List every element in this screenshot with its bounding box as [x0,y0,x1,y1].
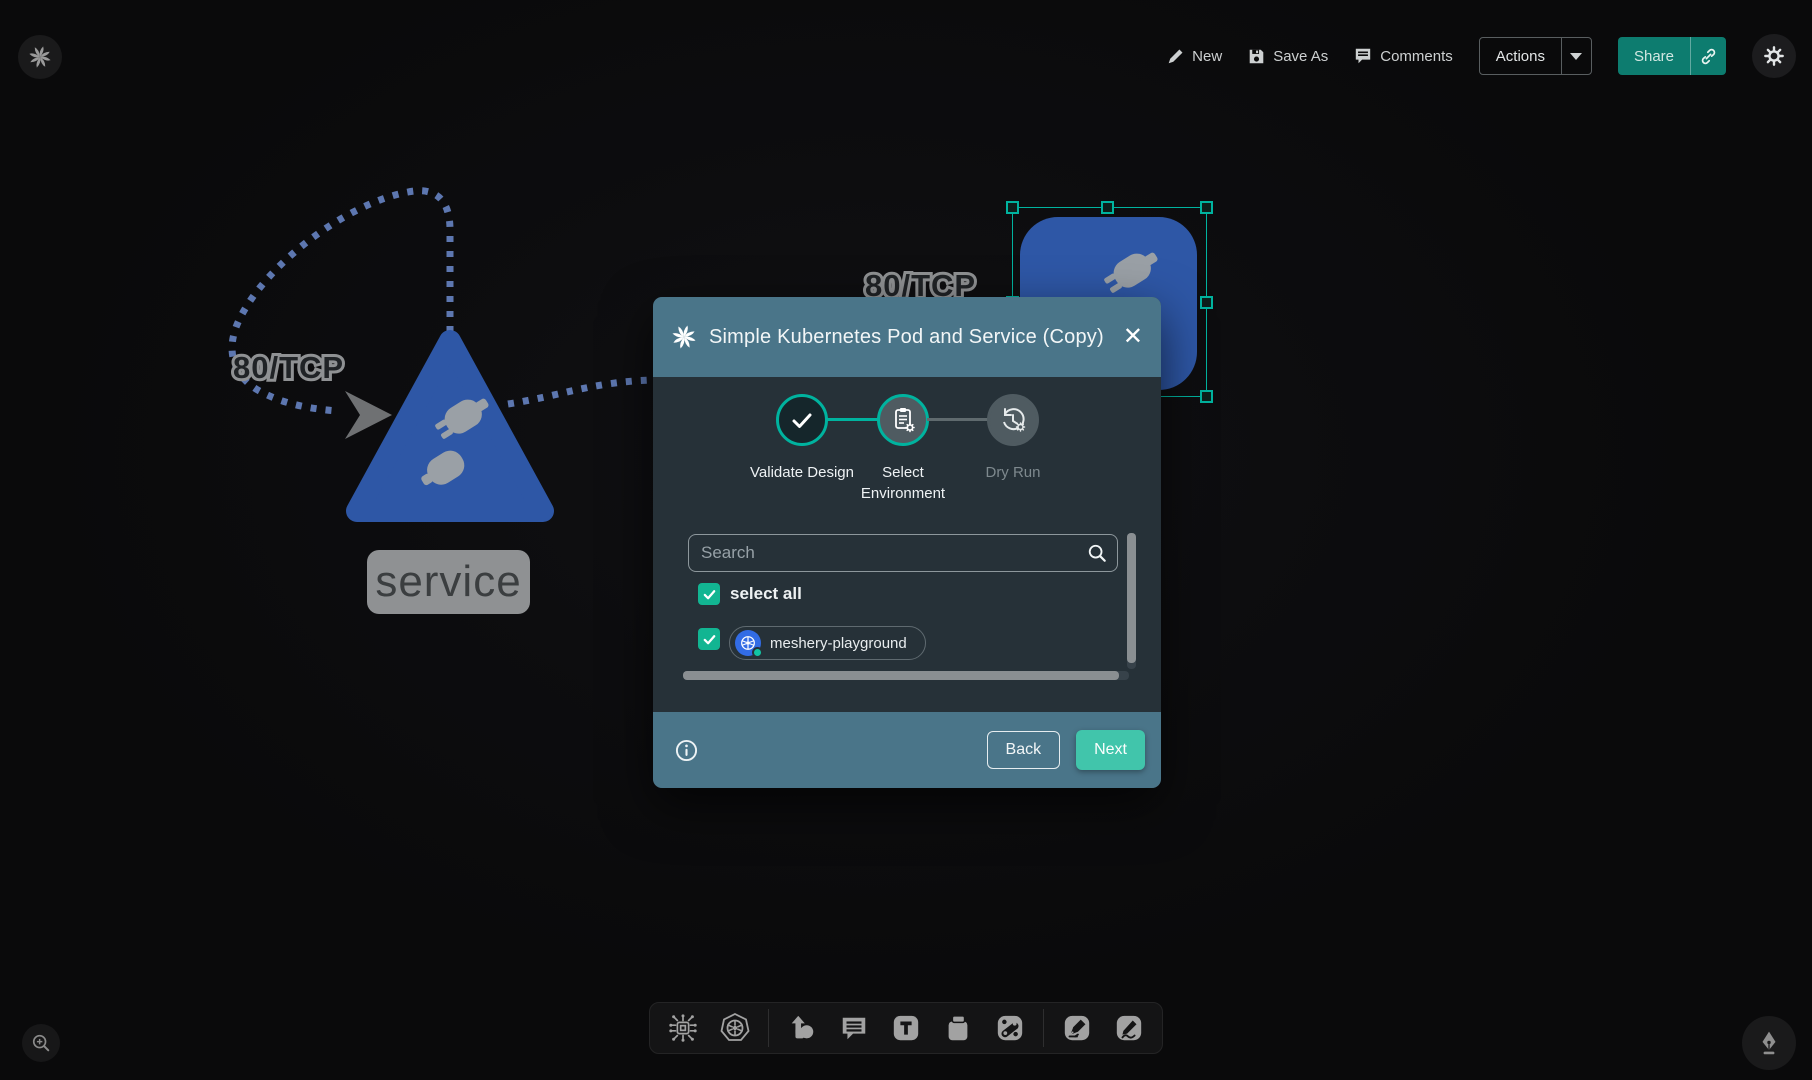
step-label-dry-run: Dry Run [952,462,1074,483]
resize-handle-se[interactable] [1200,390,1213,403]
check-icon [789,407,815,433]
link-icon[interactable] [991,1009,1029,1047]
comment-icon[interactable] [835,1009,873,1047]
modal-header: Simple Kubernetes Pod and Service (Copy)… [653,297,1161,377]
dock-divider [768,1009,769,1047]
select-all-label: select all [730,584,802,604]
horizontal-scrollbar[interactable] [683,671,1129,680]
search-input[interactable] [701,543,1087,563]
zoom-in-icon [31,1033,51,1053]
back-button[interactable]: Back [987,731,1061,769]
kubernetes-icon [735,630,761,656]
pen-nib-icon [1756,1030,1782,1056]
whiteboard-pen-button[interactable] [1742,1016,1796,1070]
zoom-in-button[interactable] [22,1024,60,1062]
step-connector-done [826,418,879,421]
environment-chip[interactable]: meshery-playground [729,626,926,660]
step-label-select-environment: Select Environment [842,462,964,504]
step-select-environment[interactable] [877,394,929,446]
resize-handle-e[interactable] [1200,296,1213,309]
check-icon [702,587,717,602]
select-all-checkbox[interactable] [698,583,720,605]
step-validate-design[interactable] [776,394,828,446]
shapes-icon[interactable] [783,1009,821,1047]
component-icon[interactable] [664,1009,702,1047]
pen-icon[interactable] [1058,1009,1096,1047]
connection-status-dot [752,647,763,658]
modal-footer: Back Next [653,712,1161,788]
next-button[interactable]: Next [1076,730,1145,770]
dock-divider [1043,1009,1044,1047]
service-node[interactable] [345,325,555,527]
text-icon[interactable] [887,1009,925,1047]
resize-handle-nw[interactable] [1006,201,1019,214]
step-connector-idle [927,418,989,421]
vertical-scrollbar[interactable] [1127,533,1136,669]
resize-handle-n[interactable] [1101,201,1114,214]
media-icon[interactable] [939,1009,977,1047]
meshery-logo-icon [671,324,697,350]
environment-search [688,534,1118,572]
info-icon[interactable] [675,739,698,762]
kubernetes-icon[interactable] [716,1009,754,1047]
environment-name: meshery-playground [770,635,907,652]
scrollbar-thumb[interactable] [683,671,1119,680]
scrollbar-thumb[interactable] [1127,533,1136,663]
service-node-label: service [367,550,530,614]
history-gear-icon [999,406,1027,434]
edge-label-80tcp: 80/TCP [233,350,344,386]
search-icon[interactable] [1087,543,1107,563]
check-icon [702,632,717,647]
deploy-design-modal: Simple Kubernetes Pod and Service (Copy)… [653,297,1161,788]
pencil-icon[interactable] [1110,1009,1148,1047]
resize-handle-ne[interactable] [1200,201,1213,214]
step-dry-run[interactable] [987,394,1039,446]
close-icon[interactable]: ✕ [1123,325,1143,349]
canvas-toolbar-dock [649,1002,1163,1054]
clipboard-gear-icon [889,406,917,434]
modal-title: Simple Kubernetes Pod and Service (Copy) [709,326,1111,349]
environment-checkbox[interactable] [698,628,720,650]
